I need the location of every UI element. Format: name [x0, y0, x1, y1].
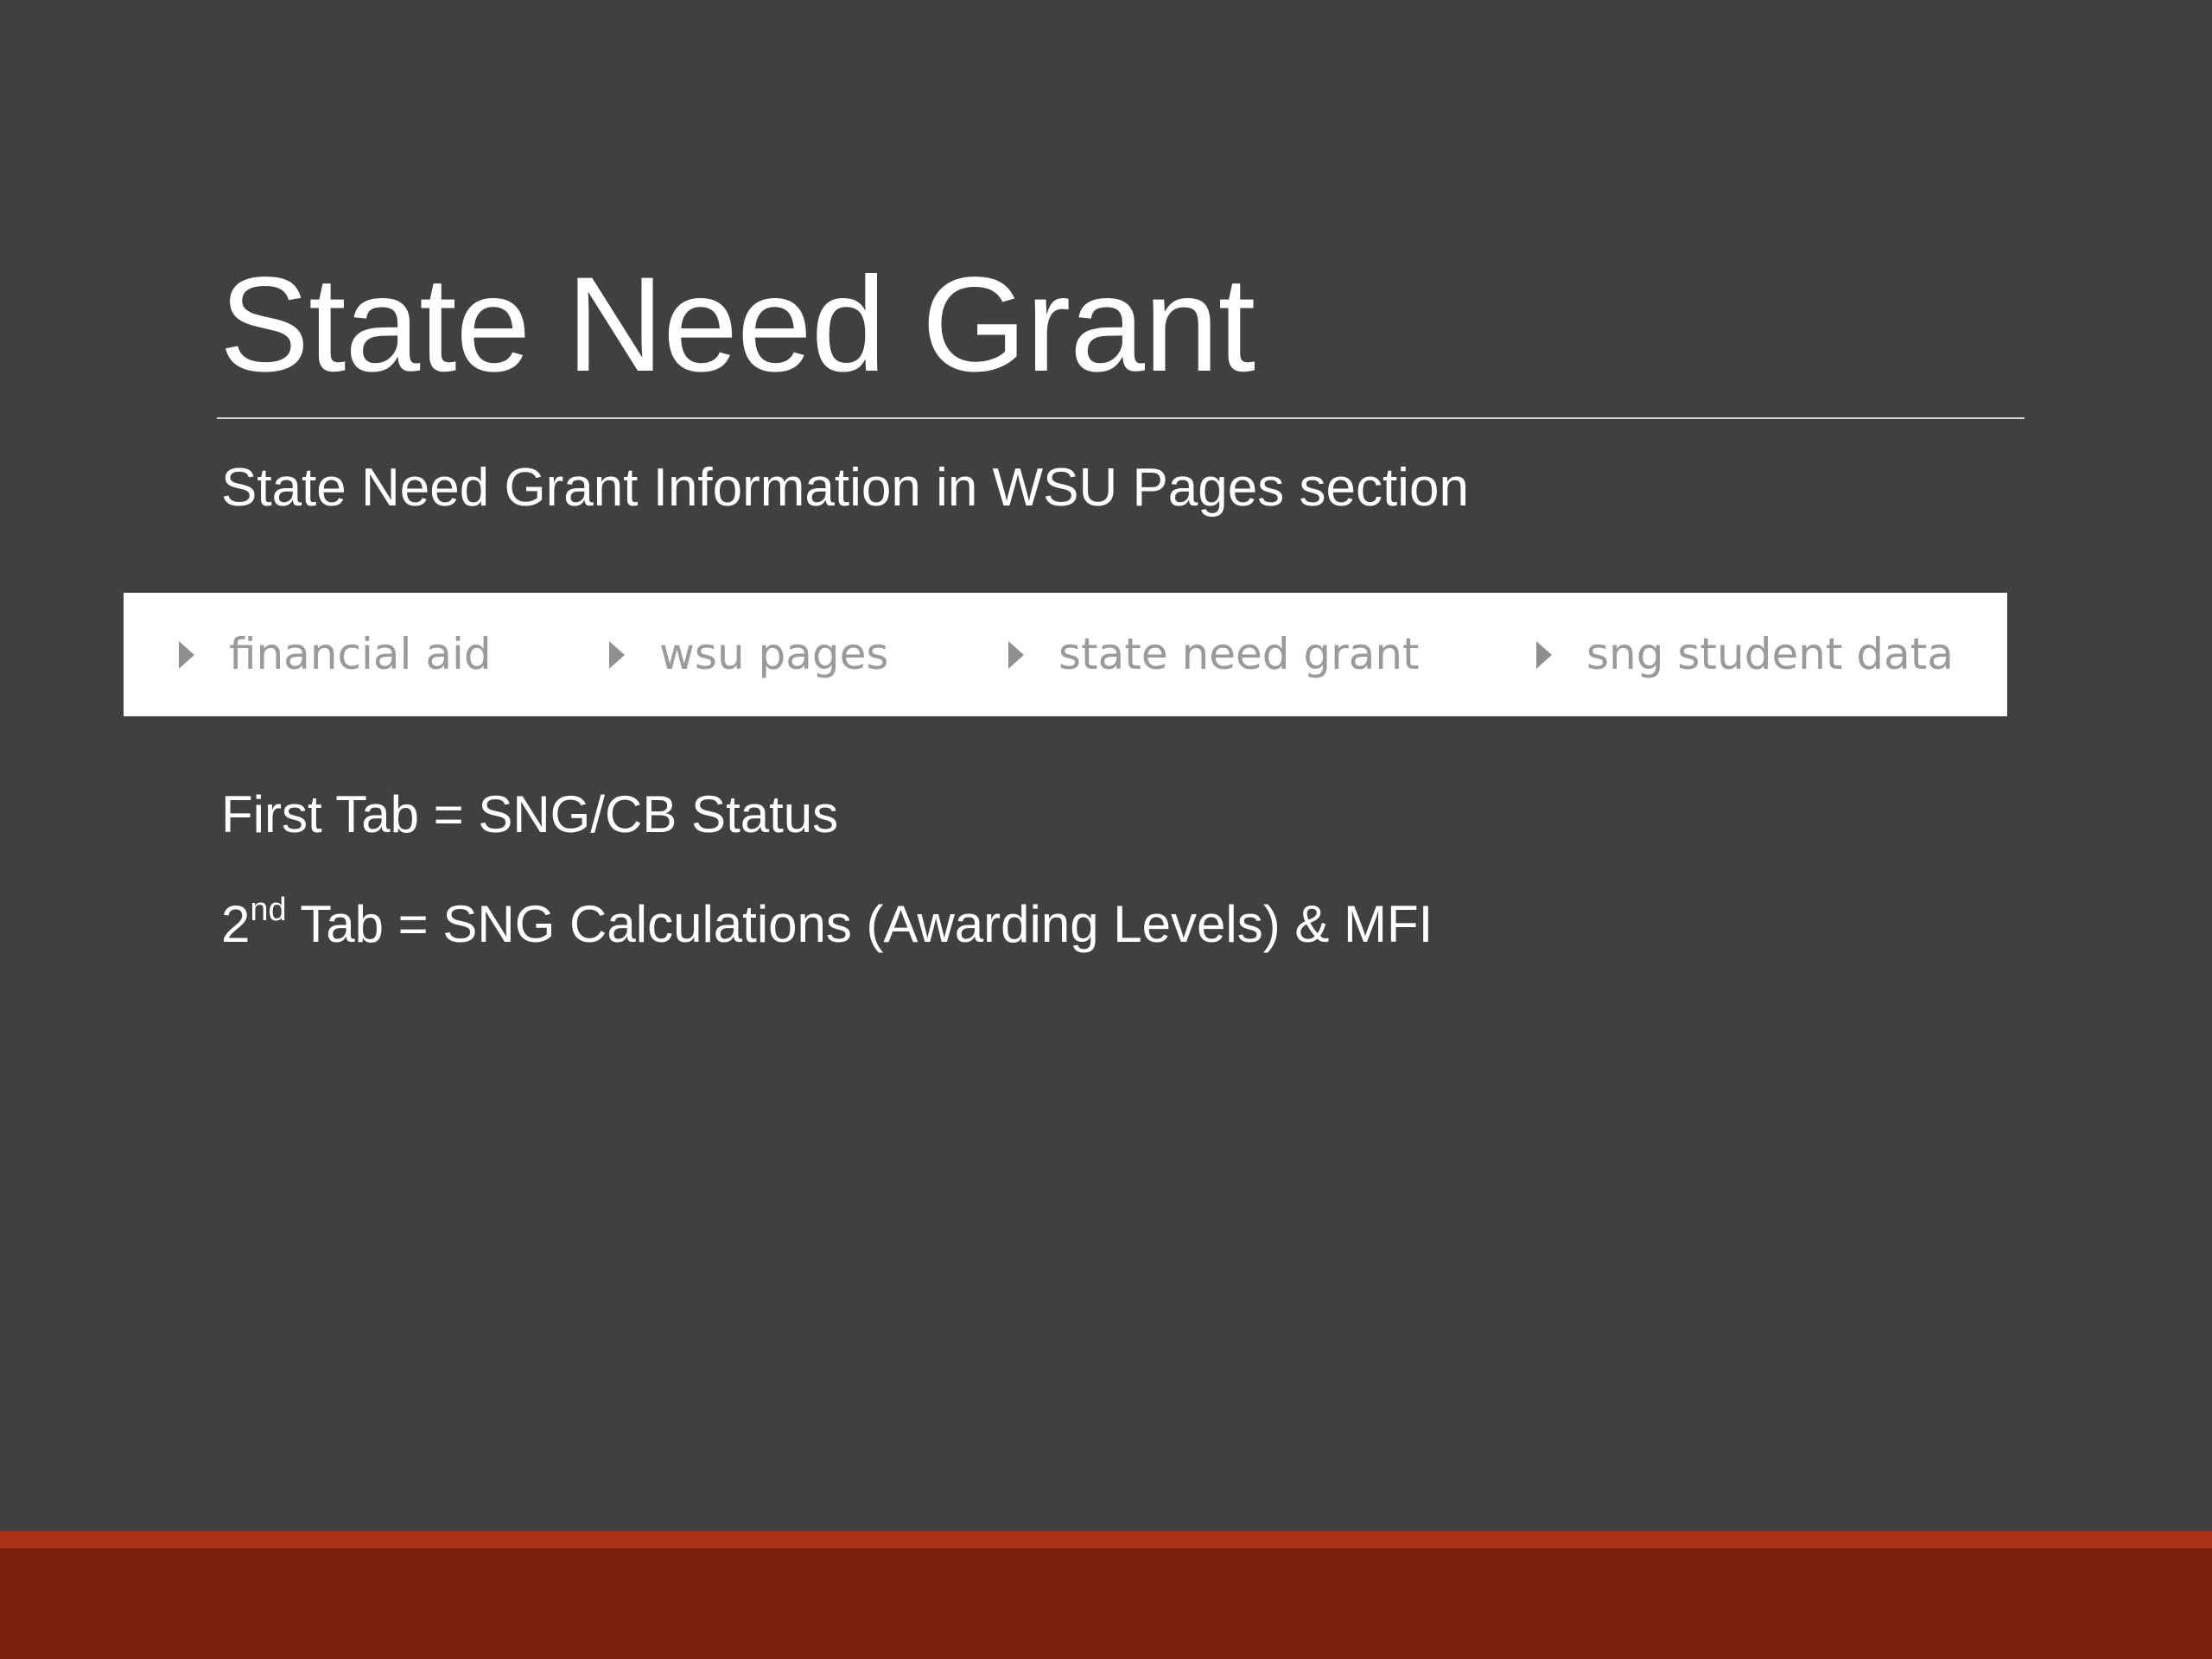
breadcrumb-item-state-need-grant[interactable]: state need grant [1008, 593, 1420, 716]
second-tab-number: 2 [221, 895, 251, 953]
second-tab-description: 2nd Tab = SNG Calculations (Awarding Lev… [221, 890, 1433, 959]
breadcrumb: financial aid wsu pages state need grant… [124, 593, 2007, 716]
footer-accent-stripe [0, 1531, 2212, 1548]
breadcrumb-label[interactable]: financial aid [229, 593, 492, 716]
title-divider [217, 417, 2024, 419]
breadcrumb-label[interactable]: sng student data [1586, 593, 1954, 716]
slide-subtitle: State Need Grant Information in WSU Page… [221, 458, 1469, 518]
breadcrumb-item-financial-aid[interactable]: financial aid [179, 593, 492, 716]
triangle-right-icon [179, 640, 194, 669]
first-tab-description: First Tab = SNG/CB Status [221, 785, 839, 843]
ordinal-suffix: nd [250, 892, 287, 928]
triangle-right-icon [1536, 640, 1552, 669]
breadcrumb-label[interactable]: wsu pages [659, 593, 888, 716]
second-tab-text: Tab = SNG Calculations (Awarding Levels)… [286, 895, 1433, 953]
footer-band [0, 1548, 2212, 1659]
breadcrumb-item-wsu-pages[interactable]: wsu pages [609, 593, 888, 716]
breadcrumb-label[interactable]: state need grant [1058, 593, 1420, 716]
triangle-right-icon [609, 640, 625, 669]
triangle-right-icon [1008, 640, 1024, 669]
breadcrumb-item-sng-student-data[interactable]: sng student data [1536, 593, 1954, 716]
slide-title: State Need Grant [219, 250, 1255, 400]
